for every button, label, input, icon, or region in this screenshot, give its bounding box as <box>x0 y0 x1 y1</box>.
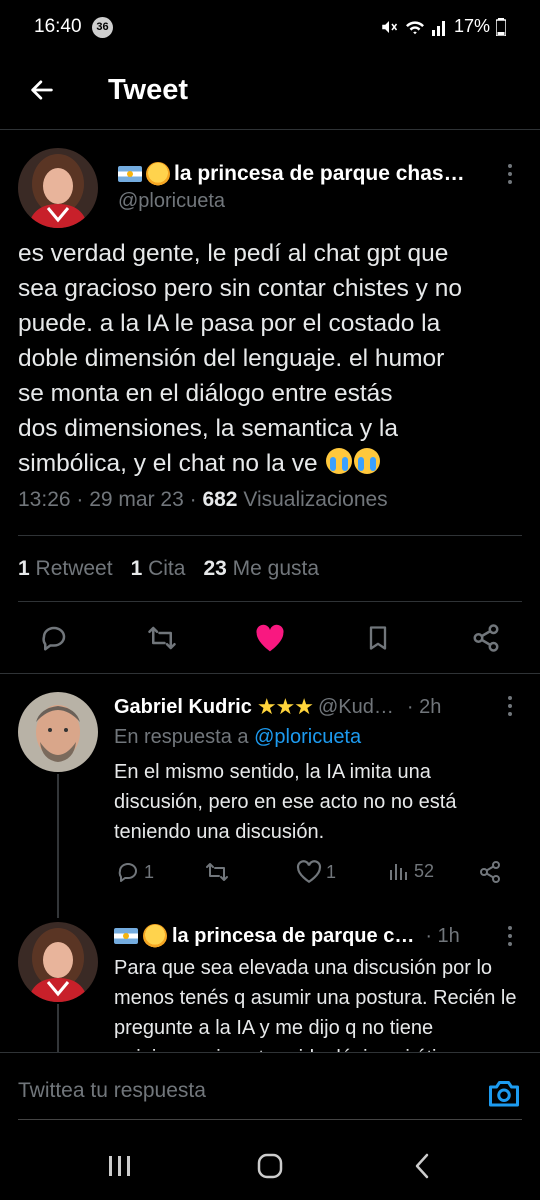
view-count: 52 <box>414 860 435 881</box>
quotes-stat[interactable]: 1 Cita <box>131 557 186 581</box>
camera-icon <box>489 1081 519 1107</box>
heart-filled-icon <box>256 624 284 652</box>
likes-stat[interactable]: 23 Me gusta <box>203 557 319 581</box>
thread-line <box>57 774 59 918</box>
reply-author-name[interactable]: la princesa de parque c… <box>172 925 414 948</box>
crying-face-icon <box>326 448 353 474</box>
divider <box>0 673 540 674</box>
status-icons: 17% <box>380 16 506 37</box>
share-button[interactable] <box>468 620 504 656</box>
mute-icon <box>382 20 398 33</box>
tweet-text: es verdad gente, le pedí al chat gpt que… <box>18 236 528 481</box>
author-avatar[interactable] <box>18 148 98 228</box>
retweets-stat[interactable]: 1 Retweet <box>18 557 113 581</box>
page-title: Tweet <box>108 74 189 106</box>
sun-face-icon <box>143 924 167 948</box>
reply-context: En respuesta a @ploricueta <box>114 726 361 749</box>
reply-composer: Twittea tu respuesta <box>0 1052 540 1132</box>
system-back-button[interactable] <box>402 1148 442 1184</box>
wifi-icon <box>405 20 424 34</box>
camera-button[interactable] <box>486 1075 522 1111</box>
author-handle[interactable]: @ploricueta <box>118 190 225 213</box>
reply-to-handle[interactable]: @ploricueta <box>254 726 361 748</box>
reply-time: · 2h <box>406 695 442 718</box>
thread-line <box>57 1004 59 1052</box>
top-bar: Tweet <box>0 56 540 130</box>
tweet-body: es verdad gente, le pedí al chat gpt que… <box>18 240 462 477</box>
more-options-icon[interactable] <box>500 924 520 948</box>
tweet-meta: 13:26 · 29 mar 23 · 682 Visualizaciones <box>18 488 388 512</box>
bookmark-button[interactable] <box>360 620 396 656</box>
reply-avatar[interactable] <box>18 692 98 772</box>
home-icon <box>257 1153 283 1179</box>
tweet-actions <box>0 620 540 656</box>
more-options-icon[interactable] <box>500 694 520 718</box>
views-icon <box>390 864 407 880</box>
argentina-flag-icon <box>114 928 138 944</box>
status-time: 16:40 <box>34 16 82 37</box>
author-name: la princesa de parque chas… <box>174 162 465 185</box>
reply-avatar[interactable] <box>18 922 98 1002</box>
views-label: Visualizaciones <box>237 488 388 511</box>
reply-icon <box>42 626 66 651</box>
reply-item[interactable]: la princesa de parque c… · 1h Para que s… <box>0 904 540 1052</box>
chevron-left-icon <box>415 1153 429 1179</box>
system-nav-bar <box>0 1132 540 1200</box>
reply-actions: 1 1 52 <box>114 860 514 890</box>
retweet-icon <box>206 863 228 881</box>
reply-header: Gabriel Kudric ★★★ @Kud… · 2h <box>114 694 441 720</box>
back-arrow-icon <box>31 80 53 100</box>
stars-emoji: ★★★ <box>256 694 314 719</box>
reply-header: la princesa de parque c… · 1h <box>114 924 460 948</box>
sun-face-icon <box>146 162 170 186</box>
status-bar: 16:40 36 17% <box>0 0 540 56</box>
home-button[interactable] <box>250 1148 290 1184</box>
author-name-line[interactable]: la princesa de parque chas… <box>118 162 465 186</box>
divider <box>18 535 522 536</box>
divider <box>18 601 522 602</box>
argentina-flag-icon <box>118 166 142 182</box>
share-icon <box>480 861 500 883</box>
recent-apps-button[interactable] <box>100 1148 140 1184</box>
signal-icon <box>431 20 445 36</box>
heart-icon <box>296 860 322 884</box>
reply-views-button[interactable]: 52 <box>388 860 434 882</box>
tweet-timestamp: 13:26 · 29 mar 23 · <box>18 488 203 511</box>
reply-button[interactable] <box>36 620 72 656</box>
reply-icon <box>118 863 137 882</box>
more-options-icon[interactable] <box>500 162 520 186</box>
crying-face-icon <box>354 448 381 474</box>
reply-share-button[interactable] <box>478 860 502 884</box>
share-icon <box>473 624 499 652</box>
reply-text: En el mismo sentido, la IA imita una dis… <box>114 761 457 843</box>
reply-retweet-button[interactable] <box>204 860 230 884</box>
retweet-icon <box>148 626 176 650</box>
reply-count: 1 <box>144 861 155 882</box>
battery-percent: 17% <box>453 16 490 36</box>
reply-text: Para que sea elevada una discusión por l… <box>114 957 517 1052</box>
retweet-button[interactable] <box>144 620 180 656</box>
tweet-stats: 1 Retweet 1 Cita 23 Me gusta <box>18 557 319 581</box>
views-count: 682 <box>202 488 238 511</box>
reply-input[interactable]: Twittea tu respuesta <box>18 1079 206 1103</box>
recent-apps-icon <box>109 1156 130 1176</box>
like-count: 1 <box>326 861 337 882</box>
reply-author-handle[interactable]: @Kud… <box>318 696 394 719</box>
reply-to-prefix: En respuesta a <box>114 726 255 748</box>
reply-like-button[interactable]: 1 <box>296 860 336 884</box>
reply-author-name[interactable]: Gabriel Kudric <box>114 696 252 719</box>
input-underline <box>18 1119 522 1120</box>
back-button[interactable] <box>22 70 62 110</box>
reply-reply-button[interactable]: 1 <box>116 860 154 884</box>
battery-icon <box>496 17 506 36</box>
notification-badge: 36 <box>92 17 113 38</box>
reply-time: · 1h <box>425 924 460 947</box>
bookmark-icon <box>369 626 387 650</box>
like-button[interactable] <box>252 620 288 656</box>
